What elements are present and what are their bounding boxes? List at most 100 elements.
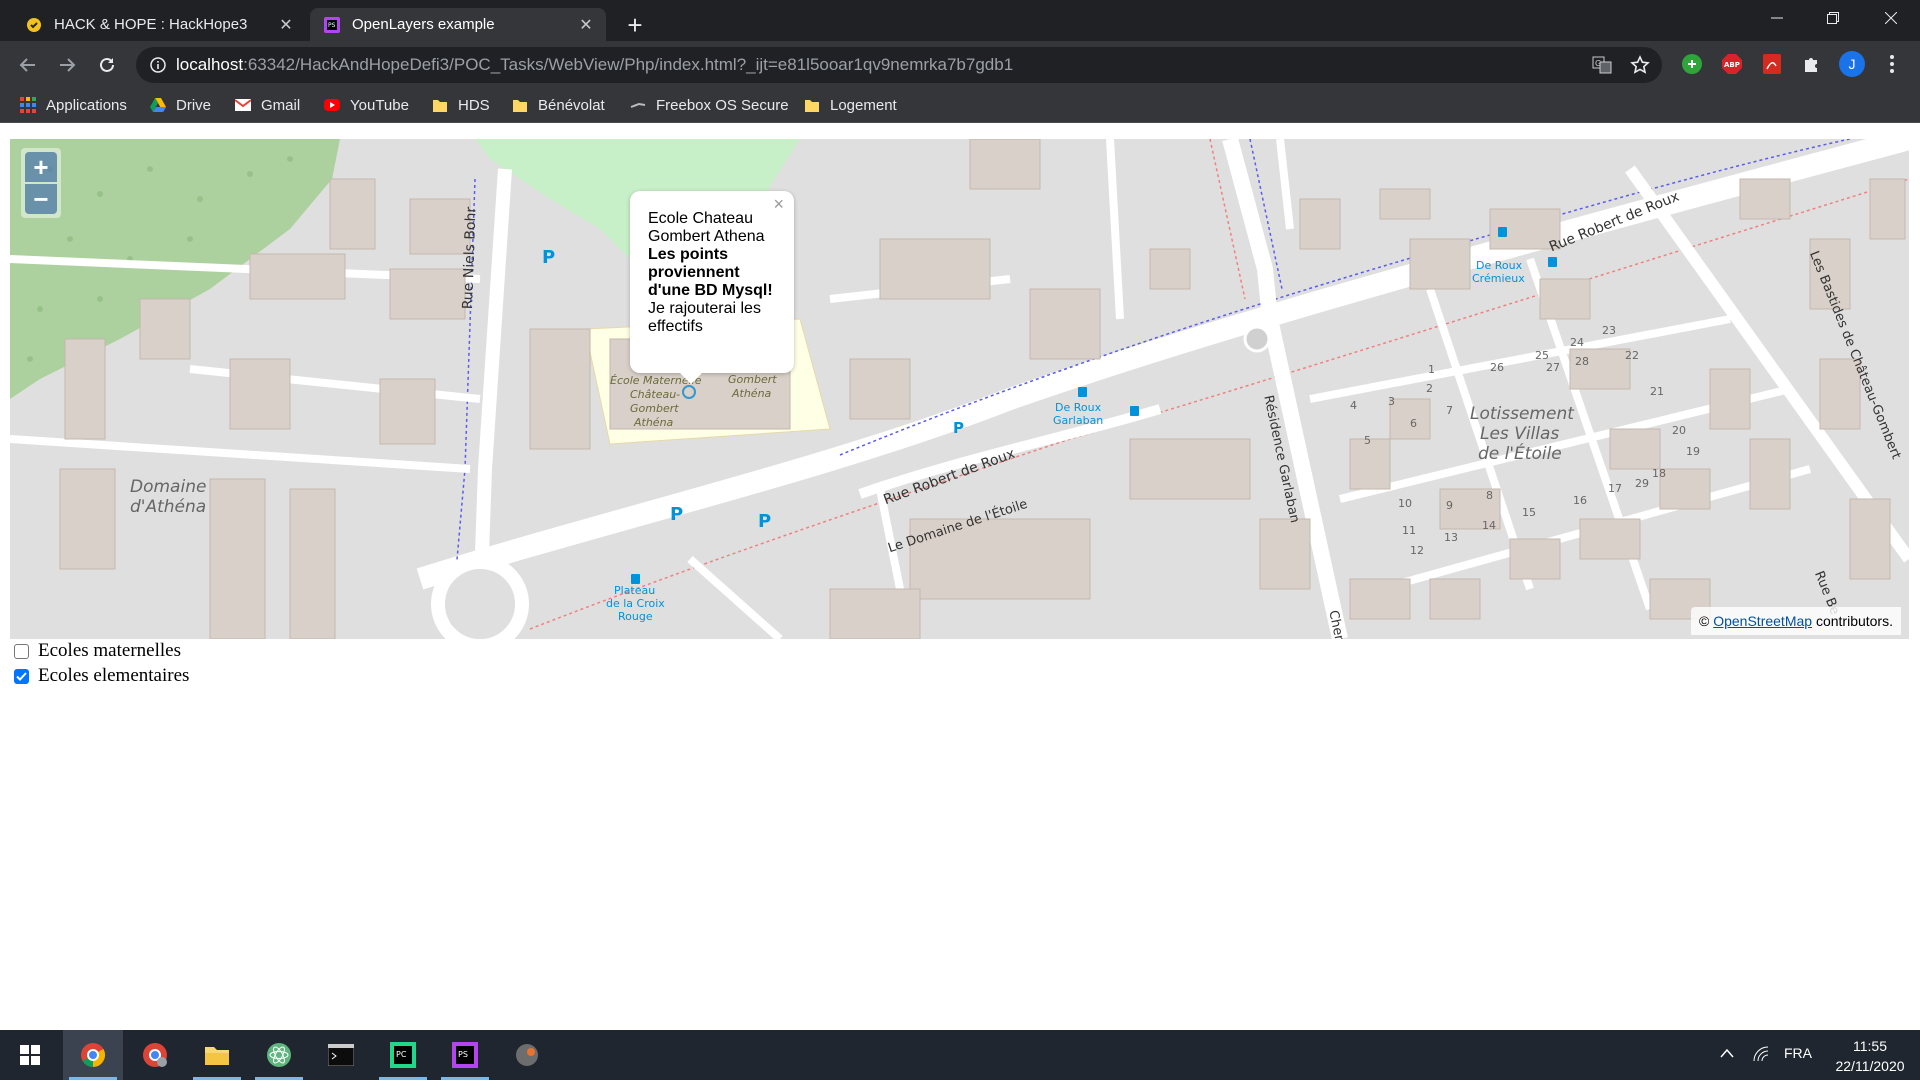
school-popup: × Ecole Chateau Gombert Athena Les point… [630,191,794,384]
translate-icon[interactable]: G [1592,56,1612,74]
house-number: 24 [1570,336,1584,349]
house-number: 11 [1402,524,1416,537]
bookmark-label: Drive [176,96,212,114]
terminal-icon[interactable] [311,1030,371,1080]
checkbox-elementaires[interactable] [14,668,29,684]
bookmark-drive[interactable]: Drive [150,94,211,116]
house-number: 10 [1398,497,1412,510]
bookmark-star-icon[interactable] [1630,55,1650,75]
language-indicator[interactable]: FRA [1784,1045,1812,1061]
url-text[interactable]: localhost:63342/HackAndHopeDefi3/POC_Tas… [176,47,1013,83]
bookmark-gmail[interactable]: Gmail [235,94,300,116]
layer-toggle-elementaires[interactable]: Ecoles elementaires [14,665,189,687]
file-explorer-icon[interactable] [187,1030,247,1080]
bookmark-benevolat[interactable]: Bénévolat [512,94,605,116]
clock-time: 11:55 [1853,1038,1887,1054]
bookmark-hds[interactable]: HDS [432,94,490,116]
poi-label: Athéna [634,416,674,429]
tab-close-icon[interactable]: ✕ [576,15,596,35]
house-number: 20 [1672,424,1686,437]
checkbox-maternelles[interactable] [14,643,29,659]
clock[interactable]: 11:55 22/11/2020 [1828,1036,1912,1076]
reload-icon[interactable] [91,49,123,81]
adblock-icon[interactable]: ABP [1718,50,1746,78]
freebox-icon [630,102,646,108]
atom-icon[interactable] [249,1030,309,1080]
bookmark-label: Bénévolat [538,96,605,114]
zoom-in-button[interactable]: + [25,152,57,182]
zoom-out-button[interactable]: − [25,184,57,214]
parking-label: P [670,504,684,525]
svg-text:PC: PC [396,1050,407,1059]
bookmark-label: Gmail [261,96,301,114]
popup-note: Je rajouterai les effectifs [648,300,761,335]
house-number: 3 [1388,395,1395,408]
bus-stop-label: Rouge [618,610,653,623]
bookmark-label: Logement [830,96,897,114]
forward-icon[interactable] [51,49,83,81]
pdf-icon[interactable] [1758,50,1786,78]
phpstorm-icon[interactable]: PS [435,1030,495,1080]
extensions-puzzle-icon[interactable] [1798,50,1826,78]
map-viewport[interactable]: Rue Robert de Roux Rue Robert de Roux Ru… [10,139,1909,639]
address-bar[interactable]: localhost:63342/HackAndHopeDefi3/POC_Tas… [136,47,1662,83]
windows-start-icon[interactable] [0,1030,60,1080]
bookmark-freebox[interactable]: Freebox OS Secure [630,94,789,116]
bus-stop-label: Crémieux [1472,272,1525,285]
drive-icon [150,98,166,112]
chrome-icon[interactable] [63,1030,123,1080]
chrome-profile-icon[interactable] [125,1030,185,1080]
menu-kebab-icon[interactable] [1878,50,1906,78]
house-number: 18 [1652,467,1666,480]
bus-stop-label: Garlaban [1053,414,1104,427]
openstreetmap-link[interactable]: OpenStreetMap [1713,613,1812,629]
network-icon[interactable] [1752,1045,1770,1063]
attribution-prefix: © [1699,613,1710,629]
house-number: 13 [1444,531,1458,544]
house-number: 9 [1446,499,1453,512]
bookmark-label: YouTube [350,96,409,114]
area-label: de l'Étoile [1478,444,1562,464]
area-label: Domaine [130,477,207,497]
house-number: 28 [1575,355,1589,368]
hackhope-favicon-icon [27,17,41,32]
bookmark-applications[interactable]: Applications [20,94,127,116]
back-icon[interactable] [12,49,44,81]
bookmark-youtube[interactable]: YouTube [324,94,409,116]
poi-label: Château- [630,388,681,401]
bookmark-logement[interactable]: Logement [804,94,897,116]
tab-close-icon[interactable]: ✕ [276,15,296,35]
house-number: 19 [1686,445,1700,458]
checkmark-icon [16,671,27,681]
restore-icon[interactable] [1810,0,1856,36]
bus-stop-label: Plateau [614,584,656,597]
bookmark-label: Freebox OS Secure [656,96,789,114]
extension-green-icon[interactable] [1678,50,1706,78]
house-number: 2 [1426,382,1433,395]
bookmark-label: Applications [46,96,127,114]
site-info-icon[interactable] [150,57,166,73]
parking-label: P [758,511,772,532]
bus-stop-label: de la Croix [606,597,665,610]
poi-label: Gombert [630,402,679,415]
checkbox-label: Ecoles maternelles [38,640,181,661]
minimize-icon[interactable] [1754,0,1800,36]
new-tab-button[interactable]: + [619,9,651,41]
pycharm-icon[interactable]: PC [373,1030,433,1080]
checkbox-label: Ecoles elementaires [38,665,190,686]
clock-date: 22/11/2020 [1835,1058,1905,1074]
browser-toolbar: localhost:63342/HackAndHopeDefi3/POC_Tas… [0,41,1920,88]
layer-toggle-maternelles[interactable]: Ecoles maternelles [14,640,181,662]
close-window-icon[interactable] [1868,0,1914,36]
app-icon[interactable] [497,1030,557,1080]
svg-text:PS: PS [458,1050,468,1059]
apps-grid-icon [20,97,36,113]
parking-label: P [542,247,556,268]
tab-hackhope[interactable]: HACK & HOPE : HackHope3 ✕ [12,8,306,41]
tray-chevron-up-icon[interactable] [1720,1048,1734,1058]
house-number: 16 [1573,494,1587,507]
tab-openlayers[interactable]: PS OpenLayers example ✕ [310,8,606,41]
bookmark-label: HDS [458,96,490,114]
popup-close-icon[interactable]: × [773,195,784,213]
profile-avatar[interactable]: J [1838,50,1866,78]
